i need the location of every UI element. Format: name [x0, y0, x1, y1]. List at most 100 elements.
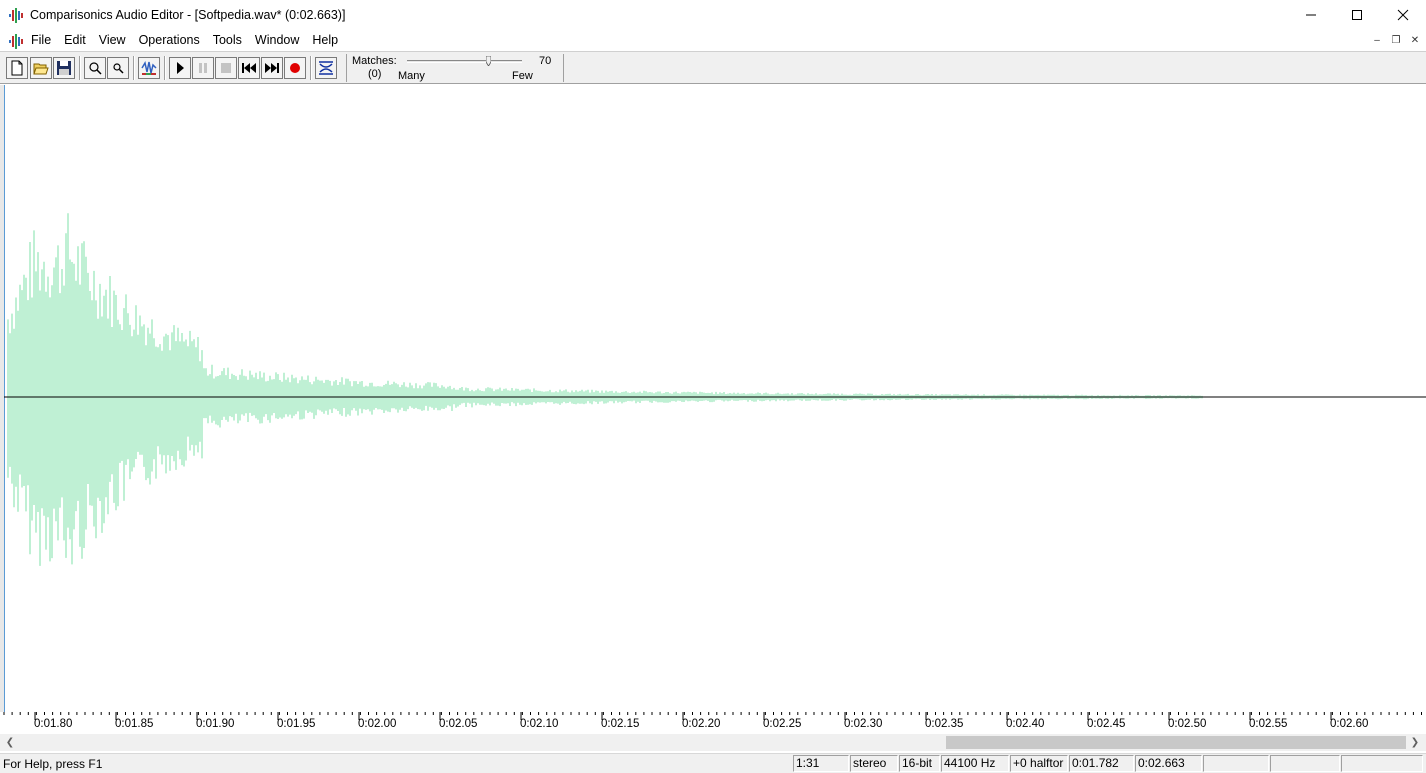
ruler-tick-label: 0:02.30	[844, 718, 882, 730]
matches-slider-track[interactable]	[407, 60, 522, 63]
open-file-button[interactable]	[30, 57, 52, 79]
close-icon	[1397, 9, 1409, 21]
help-text: For Help, press F1	[3, 757, 103, 771]
mdi-restore-button[interactable]: ❐	[1388, 33, 1404, 48]
menu-operations[interactable]: Operations	[139, 33, 200, 47]
document-icon[interactable]	[8, 33, 24, 49]
matches-panel: Matches: (0) 70 Many Few	[346, 54, 564, 82]
new-file-button[interactable]	[6, 57, 28, 79]
maximize-icon	[1352, 10, 1362, 20]
ruler-tick-label: 0:01.80	[34, 718, 72, 730]
fast-forward-button[interactable]	[261, 57, 283, 79]
ruler-tick-label: 0:02.60	[1330, 718, 1368, 730]
minimize-icon: –	[1374, 35, 1380, 46]
close-button[interactable]	[1380, 0, 1426, 30]
chevron-left-icon: ❮	[5, 737, 15, 748]
status-channels: stereo	[850, 755, 898, 772]
ruler-tick-label: 0:01.95	[277, 718, 315, 730]
record-button[interactable]	[284, 57, 306, 79]
menu-file[interactable]: File	[31, 33, 51, 47]
save-icon	[57, 61, 71, 75]
status-empty-pane-3	[1341, 755, 1423, 772]
matches-slider-thumb[interactable]	[486, 56, 491, 66]
zoom-out-button[interactable]	[107, 57, 129, 79]
find-matches-button[interactable]	[315, 57, 337, 79]
ruler-tick-label: 0:02.35	[925, 718, 963, 730]
pause-button[interactable]	[192, 57, 214, 79]
ruler-tick-label: 0:02.05	[439, 718, 477, 730]
status-pitch: +0 halftor	[1010, 755, 1068, 772]
matches-label: Matches:	[352, 55, 397, 67]
status-total-time: 0:02.663	[1135, 755, 1202, 772]
menu-bar: File Edit View Operations Tools Window H…	[0, 30, 1426, 51]
comparisonics-color-button[interactable]	[138, 57, 160, 79]
horizontal-scrollbar[interactable]: ❮ ❯	[0, 734, 1426, 751]
minimize-button[interactable]	[1288, 0, 1334, 30]
title-bar: Comparisonics Audio Editor - [Softpedia.…	[0, 0, 1426, 30]
waveform-canvas[interactable]	[4, 85, 1426, 712]
toolbar: Matches: (0) 70 Many Few	[0, 51, 1426, 84]
color-wave-icon	[141, 61, 157, 75]
ruler-tick-label: 0:02.50	[1168, 718, 1206, 730]
status-bit-depth: 16-bit	[899, 755, 940, 772]
record-icon	[290, 63, 300, 73]
ruler-tick-label: 0:01.85	[115, 718, 153, 730]
status-cursor-time: 0:01.782	[1069, 755, 1134, 772]
zoom-in-button[interactable]	[84, 57, 106, 79]
scroll-right-button[interactable]: ❯	[1408, 736, 1422, 749]
new-file-icon	[11, 60, 23, 76]
toolbar-separator	[310, 56, 312, 80]
open-folder-icon	[33, 63, 49, 75]
pause-icon	[199, 63, 207, 73]
menu-help[interactable]: Help	[312, 33, 338, 47]
close-icon: ✕	[1410, 35, 1420, 46]
waveform-view[interactable]	[0, 85, 1426, 712]
restore-icon: ❐	[1391, 35, 1401, 46]
menu-view[interactable]: View	[99, 33, 126, 47]
mdi-close-button[interactable]: ✕	[1407, 33, 1423, 48]
mdi-minimize-button[interactable]: –	[1369, 33, 1385, 48]
menu-window[interactable]: Window	[255, 33, 299, 47]
matches-count: (0)	[368, 68, 382, 80]
ruler-canvas: 0:01.80 0:01.85 0:01.90 0:01.95 0:02.00 0:02.…	[3, 712, 1422, 730]
time-ruler: 0:01.80 0:01.85 0:01.90 0:01.95 0:02.00 0:02.…	[0, 712, 1426, 734]
save-file-button[interactable]	[53, 57, 75, 79]
chevron-right-icon: ❯	[1410, 737, 1420, 748]
ruler-tick-label: 0:02.40	[1006, 718, 1044, 730]
rewind-icon	[242, 63, 256, 73]
rewind-button[interactable]	[238, 57, 260, 79]
scroll-left-button[interactable]: ❮	[3, 736, 17, 749]
fast-forward-icon	[265, 63, 279, 73]
ruler-tick-label: 0:02.20	[682, 718, 720, 730]
toolbar-separator	[164, 56, 166, 80]
ruler-tick-label: 0:02.25	[763, 718, 801, 730]
app-icon	[9, 8, 23, 23]
maximize-button[interactable]	[1334, 0, 1380, 30]
status-bar: For Help, press F1 1:31 stereo 16-bit 44…	[0, 753, 1426, 773]
status-zoom: 1:31	[793, 755, 849, 772]
toolbar-separator	[133, 56, 135, 80]
ruler-tick-label: 0:02.00	[358, 718, 396, 730]
ruler-tick-label: 0:02.45	[1087, 718, 1125, 730]
stop-icon	[221, 63, 231, 73]
minimize-icon	[1306, 14, 1316, 16]
play-button[interactable]	[169, 57, 191, 79]
menu-edit[interactable]: Edit	[64, 33, 86, 47]
menu-tools[interactable]: Tools	[213, 33, 242, 47]
ruler-tick-label: 0:02.15	[601, 718, 639, 730]
window-title: Comparisonics Audio Editor - [Softpedia.…	[30, 8, 346, 22]
scroll-thumb[interactable]	[946, 736, 1406, 749]
zoom-in-icon	[89, 62, 102, 75]
status-empty-pane-1	[1203, 755, 1269, 772]
ruler-tick-label: 0:02.10	[520, 718, 558, 730]
ruler-tick-label: 0:01.90	[196, 718, 234, 730]
status-empty-pane-2	[1270, 755, 1340, 772]
matches-min-label: Many	[398, 70, 425, 82]
stop-button[interactable]	[215, 57, 237, 79]
matches-max-label: Few	[512, 70, 533, 82]
waveform-trace	[7, 213, 1203, 566]
zoom-out-icon	[113, 63, 124, 74]
play-icon	[177, 62, 184, 74]
toolbar-separator	[79, 56, 81, 80]
find-matches-icon	[319, 61, 333, 75]
